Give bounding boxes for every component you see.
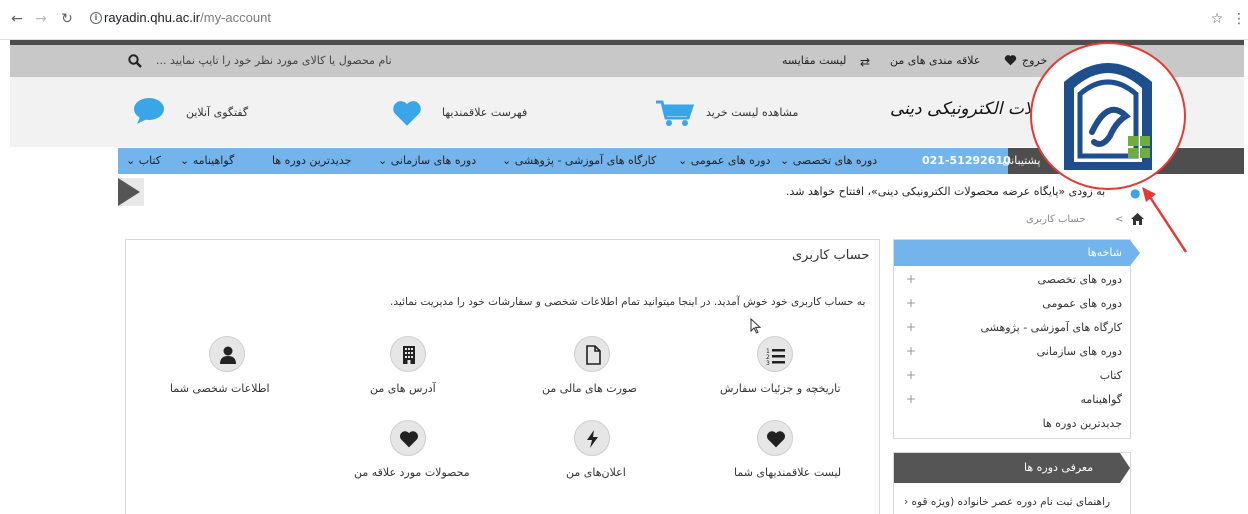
user-icon[interactable] bbox=[209, 336, 245, 372]
bell-icon: ● bbox=[1130, 186, 1141, 200]
sidebar-item-certificate[interactable]: + گواهینامه bbox=[894, 388, 1130, 412]
breadcrumb-current: حساب کاربری bbox=[1026, 214, 1086, 225]
plus-icon[interactable]: + bbox=[906, 320, 916, 334]
tile-favorite-products[interactable]: محصولات مورد علاقه من bbox=[354, 466, 470, 479]
sidebar-item-organizational[interactable]: + دوره های سازمانی bbox=[894, 340, 1130, 364]
support-label: پشتیبانی bbox=[1002, 154, 1041, 167]
tile-notifications[interactable]: اعلان‌های من bbox=[566, 466, 626, 479]
browser-menu-icon[interactable]: ⋮ bbox=[1230, 10, 1248, 28]
menu-item-specialized[interactable]: دوره های تخصصی ⌄ bbox=[780, 154, 877, 167]
mouse-cursor bbox=[750, 317, 762, 337]
address-bar[interactable]: rayadin.qhu.ac.ir/my-account bbox=[104, 10, 271, 25]
back-icon[interactable]: ← bbox=[8, 10, 26, 28]
tile-wishlist[interactable]: لیست علاقمندیهای شما bbox=[734, 466, 841, 479]
sidebar-item-newest[interactable]: جدیدترین دوره ها bbox=[894, 412, 1130, 436]
heart-icon[interactable] bbox=[390, 420, 426, 456]
categories-title: شاخه‌ها bbox=[1087, 246, 1122, 259]
annotation-arrow bbox=[1140, 186, 1190, 259]
menu-item-certificate[interactable]: گواهینامه ⌄ bbox=[180, 154, 234, 167]
reload-icon[interactable]: ↻ bbox=[58, 10, 76, 28]
intro-header-tab bbox=[1120, 453, 1130, 483]
breadcrumb-separator: > bbox=[1115, 214, 1124, 225]
menu-item-workshops[interactable]: کارگاه های آموزشی - پژوهشی ⌄ bbox=[502, 154, 656, 167]
chat-link[interactable]: گفتگوی آنلاین bbox=[186, 106, 248, 119]
compare-link[interactable]: لیست مقایسه bbox=[782, 54, 846, 67]
chat-icon[interactable] bbox=[132, 97, 166, 128]
categories-header-tab bbox=[1130, 240, 1140, 266]
menu-item-newest[interactable]: جدیدترین دوره ها bbox=[272, 154, 351, 167]
browser-toolbar: ← → ↻ i rayadin.qhu.ac.ir/my-account ☆ ⋮ bbox=[0, 0, 1248, 40]
sidebar-item-workshops[interactable]: + کارگاه های آموزشی - پژوهشی bbox=[894, 316, 1130, 340]
menu-item-organizational[interactable]: دوره های سازمانی ⌄ bbox=[378, 154, 476, 167]
tile-addresses[interactable]: آدرس های من bbox=[370, 382, 436, 395]
site-logo[interactable] bbox=[1050, 52, 1166, 181]
cart-icon[interactable] bbox=[654, 99, 695, 130]
plus-icon[interactable]: + bbox=[906, 344, 916, 358]
cart-link[interactable]: مشاهده لیست خرید bbox=[706, 106, 798, 119]
menu-item-general[interactable]: دوره های عمومی ⌄ bbox=[678, 154, 770, 167]
categories-header: شاخه‌ها bbox=[894, 240, 1130, 266]
building-icon[interactable] bbox=[390, 336, 426, 372]
welcome-text: به حساب کاربری خود خوش آمدید. در اینجا م… bbox=[390, 296, 866, 308]
favorites-link[interactable]: فهرست علاقمندیها bbox=[442, 106, 527, 119]
order-list-icon[interactable]: 123 bbox=[757, 336, 793, 372]
svg-text:3: 3 bbox=[766, 360, 770, 365]
plus-icon[interactable]: + bbox=[906, 296, 916, 310]
news-text: به زودی «پایگاه عرضه محصولات الکترونیکی … bbox=[786, 185, 1106, 198]
menu-item-book[interactable]: کتاب ⌄ bbox=[126, 154, 161, 167]
support-phone: 021-51292610 bbox=[922, 154, 1011, 167]
search-icon[interactable] bbox=[128, 54, 142, 71]
heart-icon bbox=[1004, 54, 1017, 69]
search-input[interactable]: نام محصول یا کالای مورد نظر خود را تایپ … bbox=[156, 54, 392, 67]
tile-personal-info[interactable]: اطلاعات شخصی شما bbox=[170, 382, 270, 395]
intro-title: معرفی دوره ها bbox=[1024, 461, 1094, 474]
plus-icon[interactable]: + bbox=[906, 272, 916, 286]
heart-icon[interactable] bbox=[757, 420, 793, 456]
logout-link[interactable]: خروج bbox=[1022, 54, 1047, 67]
plus-icon[interactable]: + bbox=[906, 368, 916, 382]
favorites-heart-icon[interactable] bbox=[390, 99, 424, 130]
tile-order-history[interactable]: تاریخچه و جزئیات سفارش bbox=[720, 382, 841, 395]
sidebar-item-general[interactable]: + دوره های عمومی bbox=[894, 292, 1130, 316]
intro-item[interactable]: راهنمای ثبت نام دوره عصر خانواده (ویژه ق… bbox=[904, 496, 1110, 508]
wishlist-link[interactable]: علاقه مندی های من bbox=[890, 54, 980, 67]
site-info-icon[interactable]: i bbox=[90, 12, 102, 24]
compare-icon: ⇄ bbox=[860, 55, 871, 69]
forward-icon[interactable]: → bbox=[32, 10, 50, 28]
sidebar-item-specialized[interactable]: + دوره های تخصصی bbox=[894, 268, 1130, 292]
sidebar-item-book[interactable]: + کتاب bbox=[894, 364, 1130, 388]
document-icon[interactable] bbox=[574, 336, 610, 372]
news-arrow bbox=[118, 178, 140, 206]
plus-icon[interactable]: + bbox=[906, 392, 916, 406]
bookmark-star-icon[interactable]: ☆ bbox=[1208, 10, 1226, 28]
account-title: حساب کاربری bbox=[792, 248, 870, 263]
lightning-icon[interactable] bbox=[574, 420, 610, 456]
tile-invoices[interactable]: صورت های مالی من bbox=[542, 382, 637, 395]
